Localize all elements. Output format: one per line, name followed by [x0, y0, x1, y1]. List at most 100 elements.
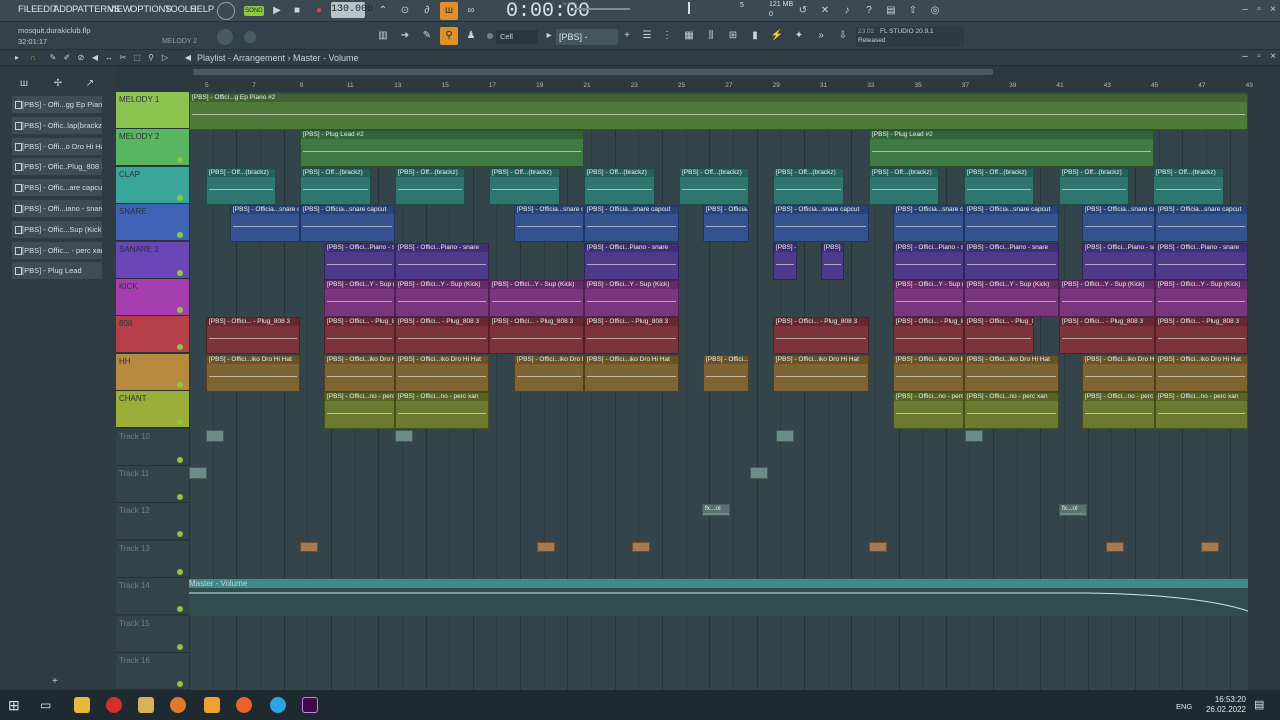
pattern-clip[interactable]: [PBS] - Officia...snare capcut — [230, 205, 300, 243]
menu-arrow-icon[interactable]: ▸ — [10, 51, 24, 65]
magnet-icon[interactable]: ∩ — [26, 51, 40, 65]
audio-clip[interactable] — [537, 541, 555, 552]
pattern-clip[interactable]: [PBS] - Officia...snare capcut — [300, 205, 395, 243]
track-header[interactable]: Track 12 — [116, 503, 189, 541]
playlist-close-icon[interactable]: × — [1266, 50, 1280, 64]
slice-tool-icon[interactable]: ✂ — [116, 51, 130, 65]
pattern-selector[interactable]: [PBS] - ...snare — [556, 29, 618, 58]
restore-icon[interactable]: ▫ — [1252, 1, 1266, 19]
zoom-tool-icon[interactable]: ⚲ — [144, 51, 158, 65]
track-header[interactable]: CLAP — [116, 166, 189, 204]
telegram-icon[interactable] — [270, 697, 286, 713]
track-enable-icon[interactable] — [177, 269, 183, 276]
pattern-clip[interactable]: [PBS] - Officia...snare capcut — [964, 205, 1059, 243]
track-enable-icon[interactable] — [177, 494, 183, 500]
mute-tool-icon[interactable]: ◀ — [88, 51, 102, 65]
mode-toggle-icon[interactable] — [217, 2, 235, 20]
track-enable-icon[interactable] — [177, 194, 183, 201]
master-pitch-slider[interactable] — [575, 8, 630, 10]
pattern-clip[interactable]: [PBS] - Offici...no - perc xan — [964, 392, 1059, 430]
audio-clip[interactable] — [750, 467, 768, 479]
help-icon[interactable]: ? — [860, 2, 878, 20]
pattern-clip[interactable]: [PBS] - Offici...Piano - snare — [324, 242, 395, 280]
playback-tool-icon[interactable]: ▷ — [158, 51, 172, 65]
audio-clip[interactable] — [1201, 541, 1219, 552]
pattern-item[interactable]: [PBS] - Offic..lap(brackz) — [12, 116, 102, 134]
stop-icon[interactable]: ■ — [288, 2, 306, 20]
track-enable-icon[interactable] — [177, 419, 183, 426]
firefox-icon[interactable] — [236, 697, 252, 713]
pattern-clip[interactable]: [PBS] - Off...(brackz) — [1153, 167, 1224, 205]
pattern-clip[interactable]: [PBS] - Offici...Piano - snare — [964, 242, 1059, 280]
pattern-clip[interactable]: [PBS] - Offici...iko Dro Hi Hat — [206, 354, 300, 392]
audio-clip[interactable] — [869, 541, 887, 552]
track-header[interactable]: Track 11 — [116, 466, 189, 503]
horizontal-scrollbar[interactable] — [193, 69, 993, 75]
pattern-clip[interactable]: [PBS] - Offici... - Plug_808 3 — [324, 317, 395, 355]
pattern-clip[interactable]: [PBS] - Offici... - Plug_808 3 — [395, 317, 489, 355]
pattern-clip[interactable]: [PBS] - Offici...no - perc xan — [893, 392, 964, 430]
blend-notes-icon[interactable]: ш — [440, 2, 458, 20]
track-header[interactable]: Track 14 — [116, 578, 189, 616]
channel-rack-icon[interactable]: ⋮ — [658, 27, 676, 45]
back-icon[interactable]: ◀ — [181, 51, 195, 65]
timeline-ruler[interactable]: 5 7 9 11 13 15 17 19 21 23 25 27 29 31 33 35 37 39 41 43 45 4… — [189, 80, 1253, 92]
pattern-clip[interactable]: [PBS] - Offici... - Plug_808 3 — [1155, 317, 1248, 355]
script-icon[interactable]: » — [812, 27, 830, 45]
pattern-clip[interactable]: [PBS] - Offici...iko Dro Hi Hat — [1082, 354, 1155, 392]
automation-clip[interactable]: Master - Volume — [189, 579, 1248, 617]
track-header[interactable]: SANARE 2 — [116, 241, 189, 279]
pattern-clip[interactable]: [PBS] - Plug Lead #2 — [300, 130, 584, 168]
audio-clip[interactable] — [395, 429, 413, 442]
audio-clip[interactable] — [965, 429, 983, 442]
plugin-icon[interactable]: ⇧ — [904, 2, 922, 20]
track-enable-icon[interactable] — [177, 120, 183, 126]
pattern-clip[interactable]: [PBS] - Officia...snare capcut — [893, 205, 964, 243]
snap-selector[interactable]: Cell — [496, 30, 538, 44]
arrow-icon[interactable]: ➔ — [396, 27, 414, 45]
track-header[interactable]: KICK — [116, 279, 189, 316]
audio-clip[interactable] — [1106, 541, 1124, 552]
pattern-clip[interactable]: [PBS] - Off...(brackz) — [489, 167, 560, 205]
track-enable-icon[interactable] — [177, 232, 183, 239]
pattern-clip[interactable]: [PBS] - Off...(brackz) — [964, 167, 1034, 205]
pattern-clip[interactable]: [PBS] - Offici...iko Dro Hi Hat — [584, 354, 679, 392]
pattern-clip[interactable]: [PBS] - Offici...iko Dro Hi Hat — [964, 354, 1059, 392]
chat-icon[interactable]: ◎ — [926, 2, 944, 20]
touch-keyboard-icon[interactable]: ⚡ — [768, 27, 786, 45]
close-icon[interactable]: × — [1266, 1, 1280, 19]
track-header[interactable]: HH — [116, 353, 189, 391]
pattern-clip[interactable]: [PBS] - Offici...g Ep Piano #2 — [189, 93, 1248, 130]
pattern-clip[interactable]: [PBS] - Offici...iko Dro Hi Hat — [893, 354, 964, 392]
notification-icon[interactable]: ▤ — [1254, 697, 1270, 713]
picker-audio-icon[interactable]: ✢ — [50, 77, 66, 91]
track-enable-icon[interactable] — [177, 606, 183, 613]
menu-help[interactable]: HELP — [190, 4, 214, 15]
track-enable-icon[interactable] — [177, 381, 183, 388]
playlist-icon[interactable]: ☰ — [638, 27, 656, 45]
loop-record-icon[interactable]: ∞ — [462, 2, 480, 20]
audio-clip[interactable]: fx...ol — [702, 504, 730, 517]
app-icon[interactable] — [138, 697, 154, 713]
pattern-clip[interactable]: [PBS] - Offici...Y - Sup (Kick) — [395, 280, 489, 317]
pattern-clip[interactable]: [PBS] - Offici...Piano - snare — [893, 242, 964, 280]
pattern-clip[interactable]: [PBS] - Off...(brackz) — [206, 167, 276, 205]
pattern-clip[interactable]: [PBS] - Offici...Y - Sup (Kick) — [964, 280, 1059, 317]
record-icon[interactable]: ● — [310, 2, 328, 20]
fl-studio-icon[interactable] — [170, 697, 186, 713]
pattern-item[interactable]: [PBS] - Offic..Plug_808 3 — [12, 158, 102, 176]
undo-icon[interactable]: ↺ — [794, 2, 812, 20]
track-header[interactable]: 808 — [116, 316, 189, 354]
mixer-icon[interactable]: ⫼ — [702, 27, 720, 45]
browser-icon[interactable]: ▦ — [680, 27, 698, 45]
pattern-clip[interactable]: [PBS] - Off...(brackz) — [773, 167, 844, 205]
pattern-clip[interactable]: [PBS] - Offici...Y - Sup (Kick) — [1155, 280, 1248, 317]
tempo-display[interactable]: 130.000 — [331, 2, 373, 18]
start-icon[interactable]: ⊞ — [8, 697, 24, 713]
countdown-icon[interactable]: ∂ — [418, 2, 436, 20]
pattern-clip[interactable]: [PBS] - Offici...iko Dro Hi Hat — [1155, 354, 1248, 392]
pattern-clip[interactable]: [PBS] - Off...(brackz) — [395, 167, 465, 205]
cart-icon[interactable]: ▤ — [882, 2, 900, 20]
metronome-icon[interactable]: ⌃ — [374, 2, 392, 20]
tempo-tapper-icon[interactable]: ✦ — [790, 27, 808, 45]
